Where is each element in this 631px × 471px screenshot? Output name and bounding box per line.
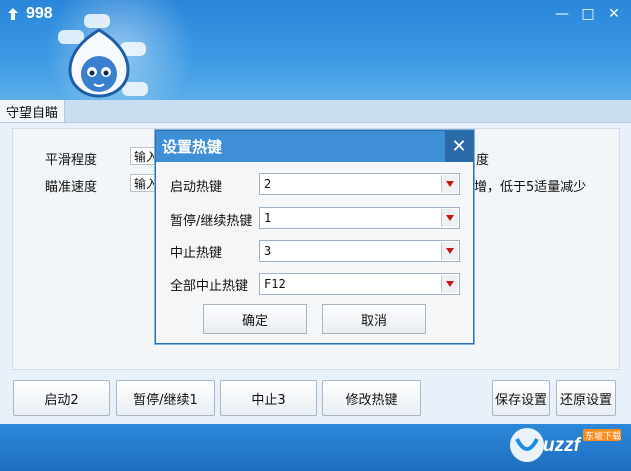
pause-button[interactable]: 暂停/继续1 [116,380,215,416]
stop-button[interactable]: 中止3 [220,380,317,416]
speed-hint: 增，低于5适量减少 [474,180,587,195]
dialog-title: 设置热键 [156,131,473,162]
edit-hotkey-button[interactable]: 修改热键 [322,380,421,416]
hotkey-dialog: 设置热键 ✕ 启动热键 2 暂停/继续热键 1 中止热键 3 全部中止热键 F1… [155,130,474,344]
chevron-down-icon[interactable] [441,275,458,293]
start-button[interactable]: 启动2 [13,380,110,416]
all-stop-hotkey-value: F12 [264,277,286,291]
start-hotkey-value: 2 [264,177,272,191]
maximize-icon[interactable]: □ [577,4,599,24]
all-stop-hotkey-label: 全部中止热键 [170,279,249,294]
app-logo-icon [8,8,18,20]
pause-hotkey-label: 暂停/继续热键 [170,214,253,229]
mascot-icon [68,28,130,98]
app-window: 998 — □ ✕ 守望自瞄 平滑程度 输入 度 瞄准速度 输入 增，低于5适量… [0,0,631,471]
chevron-down-icon[interactable] [441,209,458,227]
stop-hotkey-label: 中止热键 [170,246,223,261]
window-controls: — □ ✕ [551,4,625,24]
save-settings-button[interactable]: 保存设置 [492,380,550,416]
svg-text:uzzf: uzzf [543,435,582,456]
tab-aim[interactable]: 守望自瞄 [0,100,66,122]
ok-button[interactable]: 确定 [203,304,307,334]
banner: 998 — □ ✕ [0,0,631,100]
start-hotkey-label: 启动热键 [170,180,223,195]
pause-hotkey-select[interactable]: 1 [259,207,460,229]
svg-text:东坡下载: 东坡下载 [585,430,621,442]
chevron-down-icon[interactable] [441,175,458,193]
tab-strip: 守望自瞄 [0,100,631,123]
stop-hotkey-value: 3 [264,244,272,258]
minimize-icon[interactable]: — [551,4,573,24]
speed-label: 瞄准速度 [45,180,98,195]
close-icon[interactable]: ✕ [603,4,625,24]
dialog-close-icon[interactable]: ✕ [445,131,473,162]
smooth-hint: 度 [476,153,490,168]
pause-hotkey-value: 1 [264,211,272,225]
app-title-text: 998 [26,5,53,22]
all-stop-hotkey-select[interactable]: F12 [259,273,460,295]
footer-bar: uzzf 东坡下载 [0,424,631,471]
stop-hotkey-select[interactable]: 3 [259,240,460,262]
app-title: 998 [6,4,53,24]
smooth-label: 平滑程度 [45,153,98,168]
chevron-down-icon[interactable] [441,242,458,260]
uzzf-watermark-logo: uzzf 东坡下载 [510,428,621,462]
cancel-button[interactable]: 取消 [322,304,426,334]
restore-settings-button[interactable]: 还原设置 [556,380,616,416]
start-hotkey-select[interactable]: 2 [259,173,460,195]
bubble-decoration [84,14,110,28]
